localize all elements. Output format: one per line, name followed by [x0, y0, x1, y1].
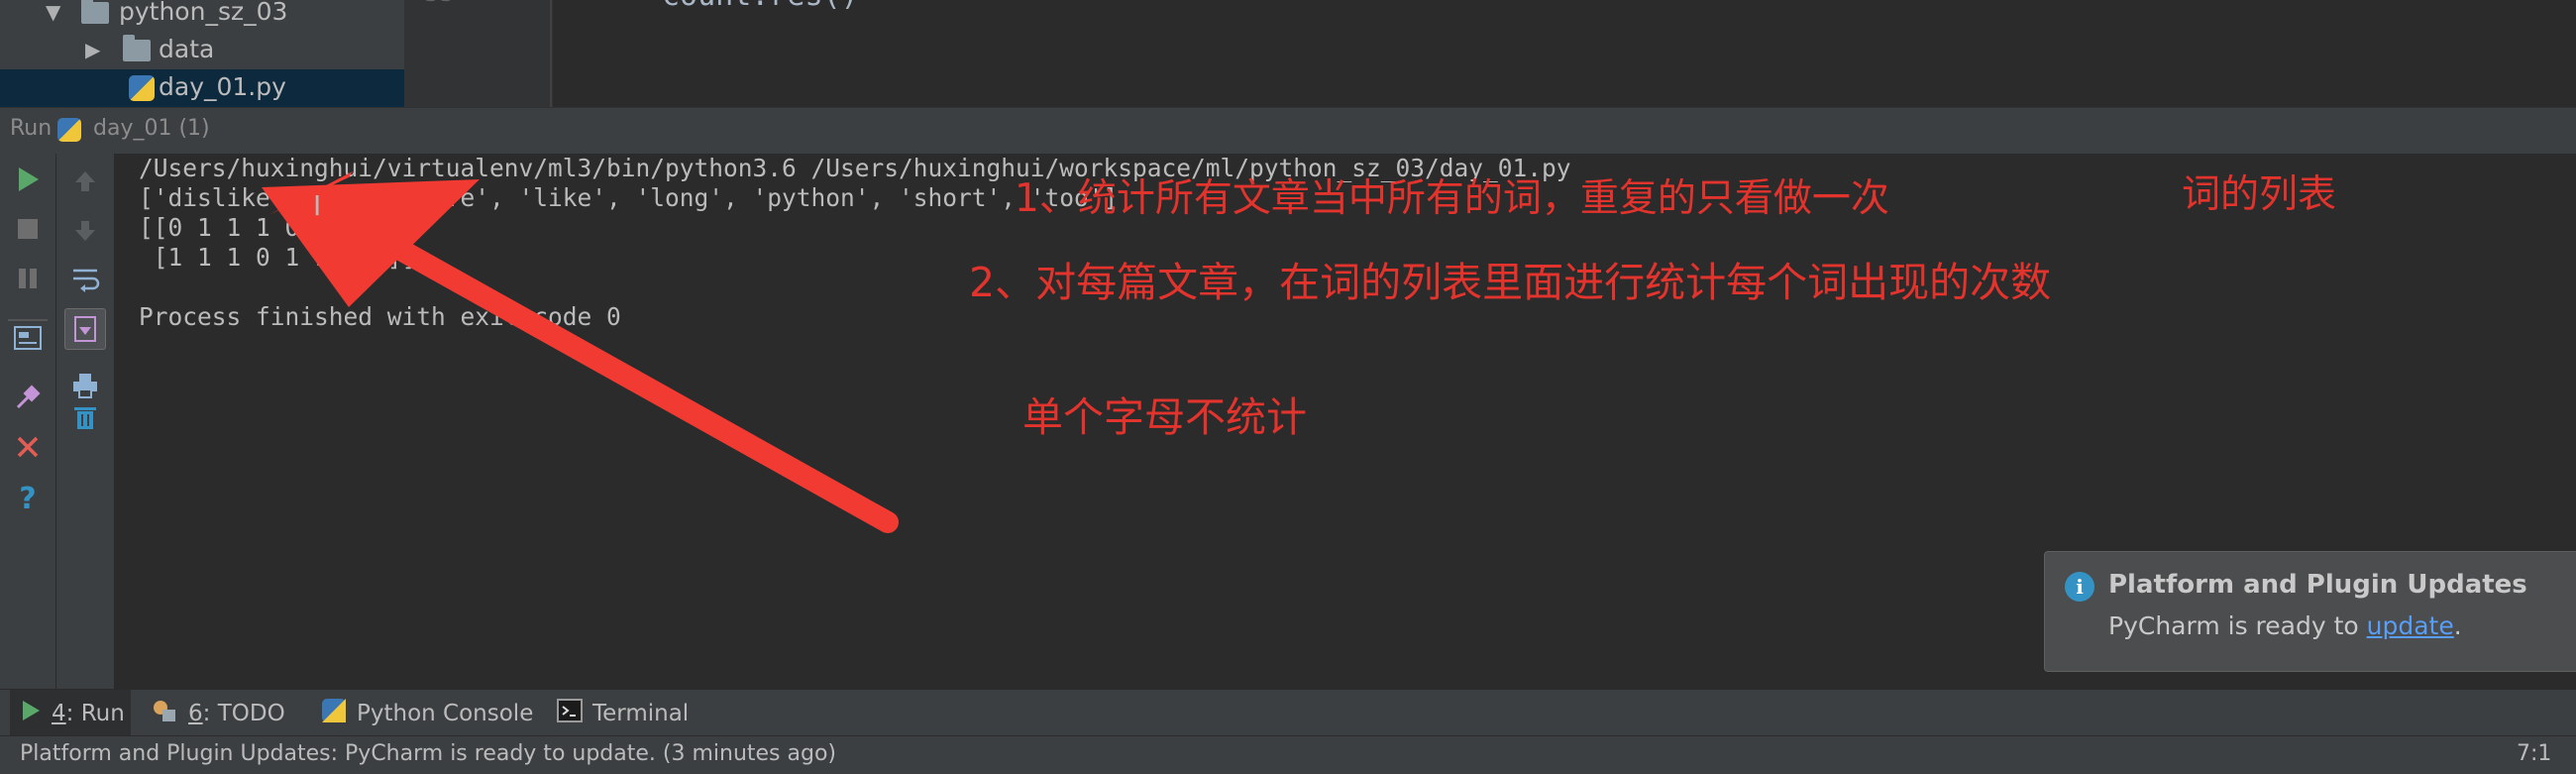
todo-icon: [151, 698, 178, 729]
notification-body-prefix: PyCharm is ready to: [2108, 611, 2367, 640]
project-tree: ▼ python_sz_03 ▶ data day_01.py: [0, 0, 404, 107]
notification-body-suffix: .: [2453, 611, 2462, 640]
text-cursor-icon: I: [313, 189, 322, 222]
tool-window-bar: 4: Run 6: TODO Python Console Terminal: [0, 689, 2576, 736]
code-line[interactable]: count.res(): [662, 0, 859, 13]
soft-wrap-icon[interactable]: [65, 259, 105, 298]
notification-title: Platform and Plugin Updates: [2108, 570, 2527, 600]
run-icon: [20, 699, 42, 728]
tree-item-data[interactable]: ▶ data: [0, 32, 404, 67]
tab-python-console-label: Python Console: [357, 700, 534, 726]
gutter-divider: [550, 0, 552, 107]
notification-body: PyCharm is ready to update.: [2108, 611, 2462, 640]
run-panel-header: Run day_01 (1): [0, 107, 2576, 155]
run-tab-title[interactable]: day_01 (1): [93, 116, 210, 141]
caret-position[interactable]: 7:1: [2517, 741, 2551, 766]
dump-threads-icon[interactable]: [8, 318, 48, 358]
tab-python-console[interactable]: Python Console: [321, 690, 533, 736]
tab-terminal[interactable]: Terminal: [557, 690, 689, 736]
run-icon[interactable]: [8, 160, 48, 199]
chevron-right-icon[interactable]: ▶: [85, 32, 100, 67]
run-panel-label: Run: [10, 116, 53, 141]
line-number: 35: [424, 0, 455, 8]
tree-item-label: python_sz_03: [119, 0, 288, 26]
chevron-down-icon[interactable]: ▼: [46, 0, 60, 30]
python-console-icon: [321, 698, 347, 729]
close-icon[interactable]: [8, 427, 48, 467]
folder-icon: [81, 0, 109, 24]
annotation-step-2: 2、对每篇文章，在词的列表里面进行统计每个词出现的次数: [969, 259, 2052, 306]
update-notification[interactable]: i Platform and Plugin Updates PyCharm is…: [2044, 551, 2576, 672]
tab-todo-number: 6: [188, 700, 203, 726]
status-message[interactable]: Platform and Plugin Updates: PyCharm is …: [20, 741, 836, 766]
tree-item-python-sz-03[interactable]: ▼ python_sz_03: [0, 0, 404, 30]
scroll-to-end-icon[interactable]: [64, 308, 106, 350]
down-arrow-icon[interactable]: [65, 211, 105, 251]
annotation-word-list: 词的列表: [2182, 172, 2337, 217]
pause-icon[interactable]: [8, 259, 48, 298]
terminal-icon: [557, 698, 583, 728]
folder-icon: [123, 35, 151, 61]
editor-gutter: 35: [404, 0, 553, 107]
tab-terminal-label: Terminal: [592, 700, 690, 726]
annotation-step-1: 1、统计所有文章当中所有的词，重复的只看做一次: [1015, 176, 1889, 221]
red-arrow-annotation: [262, 171, 899, 533]
tab-run-number: 4: [52, 700, 66, 726]
up-arrow-icon[interactable]: [65, 162, 105, 201]
python-file-icon: [57, 118, 81, 142]
help-icon[interactable]: ?: [8, 479, 48, 518]
tab-run-label: : Run: [65, 700, 125, 726]
run-toolbar-secondary: [56, 154, 115, 689]
python-file-icon: [129, 75, 155, 101]
trash-icon[interactable]: [65, 397, 105, 437]
stop-icon[interactable]: [8, 209, 48, 249]
tab-todo-label: : TODO: [202, 700, 285, 726]
tree-item-label: data: [159, 35, 215, 63]
tab-todo[interactable]: 6: TODO: [151, 690, 285, 736]
tree-item-label: day_01.py: [159, 72, 286, 101]
info-icon: i: [2065, 572, 2094, 602]
run-toolbar-primary: ?: [0, 154, 56, 689]
editor-area[interactable]: [404, 0, 2576, 107]
tree-item-day-01-py[interactable]: day_01.py: [0, 69, 404, 107]
update-link[interactable]: update: [2367, 611, 2454, 640]
pin-icon[interactable]: [8, 378, 48, 417]
tab-run[interactable]: 4: Run: [10, 690, 131, 736]
status-bar: Platform and Plugin Updates: PyCharm is …: [0, 735, 2576, 774]
